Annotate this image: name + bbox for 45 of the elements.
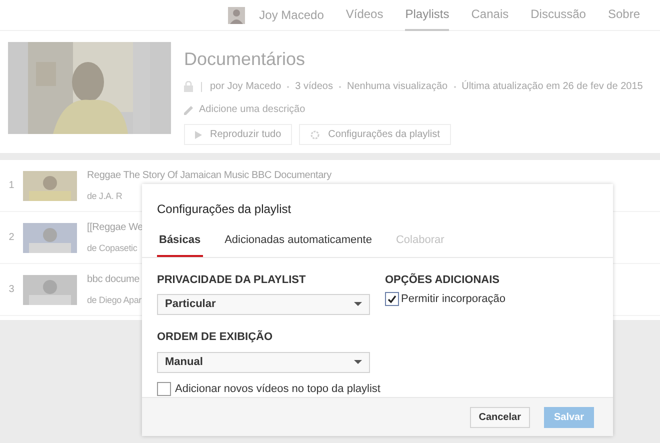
pencil-icon — [184, 104, 194, 114]
description-placeholder[interactable]: Adicione uma descrição — [199, 102, 306, 117]
playlist-meta: Nenhuma visualização — [346, 80, 448, 94]
caret-icon — [354, 360, 362, 364]
dialog-title: Configurações da playlist — [156, 201, 292, 218]
dialog-tab[interactable]: Adicionadas automaticamente — [222, 232, 374, 256]
caret-icon — [354, 302, 362, 307]
dialog-tab[interactable]: Básicas — [157, 232, 203, 256]
play-all-button[interactable]: Reproduzir tudo — [184, 124, 292, 145]
video-channel[interactable]: de Diego Apar — [87, 294, 142, 308]
field-label: ORDEM DE EXIBIÇÃO — [157, 329, 274, 345]
video-index: 2 — [8, 231, 16, 245]
cancel-button[interactable]: Cancelar — [470, 406, 530, 428]
video-index: 3 — [8, 283, 16, 297]
video-channel[interactable]: de Copasetic — [87, 242, 143, 256]
nav-tab[interactable]: Sobre — [608, 0, 640, 30]
playlist-meta: Última atualização em 26 de fev de 2015 — [462, 79, 643, 94]
save-button[interactable]: Salvar — [544, 406, 594, 428]
section-label: OPÇÕES ADICIONAIS — [385, 272, 500, 288]
dropdown-value: Manual — [165, 354, 203, 370]
nav-tab[interactable]: Canais — [471, 0, 509, 30]
checkbox-label: Permitir incorporação — [401, 292, 506, 307]
nav-tab[interactable]: Vídeos — [346, 0, 384, 30]
play-icon — [195, 130, 202, 138]
checkmark-icon — [387, 294, 397, 304]
video-title[interactable]: bbc docume — [87, 272, 142, 287]
video-index: 1 — [8, 179, 16, 193]
playlist-settings-button[interactable]: Configurações da playlist — [299, 124, 451, 145]
playlist-meta: 3 vídeos — [295, 80, 333, 94]
avatar-icon[interactable] — [228, 6, 246, 24]
field-label: PRIVACIDADE DA PLAYLIST — [157, 272, 307, 288]
dropdown-value: Particular — [165, 297, 216, 312]
dropdown[interactable]: Particular — [157, 294, 370, 315]
nav-tab[interactable]: Discussão — [530, 0, 586, 30]
channel-name[interactable]: Joy Macedo — [259, 6, 324, 24]
video-title[interactable]: Reggae The Story Of Jamaican Music BBC Documentary — [87, 168, 332, 183]
lock-icon — [184, 81, 193, 92]
video-title[interactable]: [[Reggae We — [87, 220, 143, 235]
playlist-title: Documentários — [184, 48, 306, 71]
checkbox[interactable] — [157, 382, 171, 396]
dropdown[interactable]: Manual — [157, 352, 370, 372]
checkbox[interactable] — [385, 292, 399, 306]
playlist-meta: por Joy Macedo — [210, 80, 282, 94]
gear-icon — [310, 130, 320, 140]
checkbox-label: Adicionar novos vídeos no topo da playlist — [175, 382, 380, 396]
